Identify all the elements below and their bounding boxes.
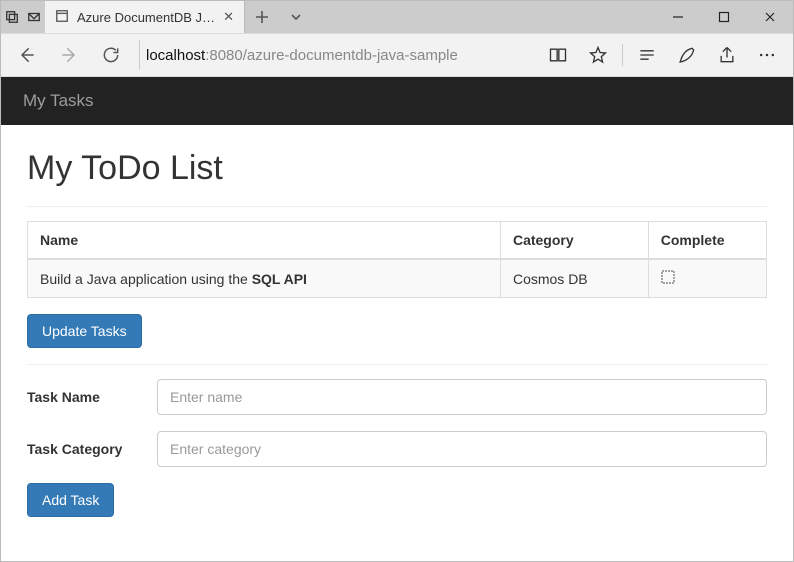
favorite-star-icon[interactable] <box>578 33 618 77</box>
cell-complete <box>648 259 766 298</box>
maximize-button[interactable] <box>701 1 747 33</box>
tab-close-icon[interactable]: ✕ <box>223 9 234 25</box>
task-name-input[interactable] <box>157 379 767 415</box>
form-row-name: Task Name <box>27 379 767 415</box>
reading-view-icon[interactable] <box>538 33 578 77</box>
tab-actions-icon[interactable] <box>1 1 23 33</box>
tabstrip: Azure DocumentDB Jav ✕ <box>45 1 655 33</box>
close-window-button[interactable] <box>747 1 793 33</box>
page-favicon-icon <box>55 9 69 26</box>
task-category-label: Task Category <box>27 440 157 458</box>
address-bar: localhost:8080/azure-documentdb-java-sam… <box>1 33 793 77</box>
share-icon[interactable] <box>707 33 747 77</box>
window-controls <box>655 1 793 33</box>
separator <box>622 44 623 66</box>
cell-category: Cosmos DB <box>500 259 648 298</box>
task-name-label: Task Name <box>27 388 157 406</box>
titlebar: Azure DocumentDB Jav ✕ <box>1 1 793 33</box>
complete-checkbox[interactable] <box>661 271 675 287</box>
brand[interactable]: My Tasks <box>23 91 94 111</box>
table-row: Build a Java application using the SQL A… <box>28 259 767 298</box>
page: My Tasks My ToDo List Name Category Comp… <box>1 77 793 551</box>
cell-name: Build a Java application using the SQL A… <box>28 259 501 298</box>
back-button[interactable] <box>7 33 47 77</box>
hub-icon[interactable] <box>627 33 667 77</box>
tasks-table: Name Category Complete Build a Java appl… <box>27 221 767 298</box>
url-path: :8080/azure-documentdb-java-sample <box>205 47 458 64</box>
add-task-button[interactable]: Add Task <box>27 483 114 517</box>
url-field[interactable]: localhost:8080/azure-documentdb-java-sam… <box>139 40 536 70</box>
update-tasks-button[interactable]: Update Tasks <box>27 314 142 348</box>
tab-menu-icon[interactable] <box>279 1 313 33</box>
col-complete: Complete <box>648 222 766 260</box>
col-category: Category <box>500 222 648 260</box>
page-title: My ToDo List <box>27 149 767 188</box>
forward-button[interactable] <box>49 33 89 77</box>
notes-icon[interactable] <box>667 33 707 77</box>
form-row-category: Task Category <box>27 431 767 467</box>
task-category-input[interactable] <box>157 431 767 467</box>
refresh-button[interactable] <box>91 33 131 77</box>
url-host: localhost <box>146 47 205 64</box>
app-navbar: My Tasks <box>1 77 793 125</box>
divider <box>27 206 767 207</box>
col-name: Name <box>28 222 501 260</box>
more-icon[interactable] <box>747 33 787 77</box>
browser-tab[interactable]: Azure DocumentDB Jav ✕ <box>45 1 245 33</box>
tab-preview-icon[interactable] <box>23 1 45 33</box>
minimize-button[interactable] <box>655 1 701 33</box>
divider <box>27 364 767 365</box>
browser-chrome: Azure DocumentDB Jav ✕ localhost:8 <box>1 1 793 77</box>
new-tab-button[interactable] <box>245 1 279 33</box>
table-header-row: Name Category Complete <box>28 222 767 260</box>
tab-title: Azure DocumentDB Jav <box>77 10 215 25</box>
